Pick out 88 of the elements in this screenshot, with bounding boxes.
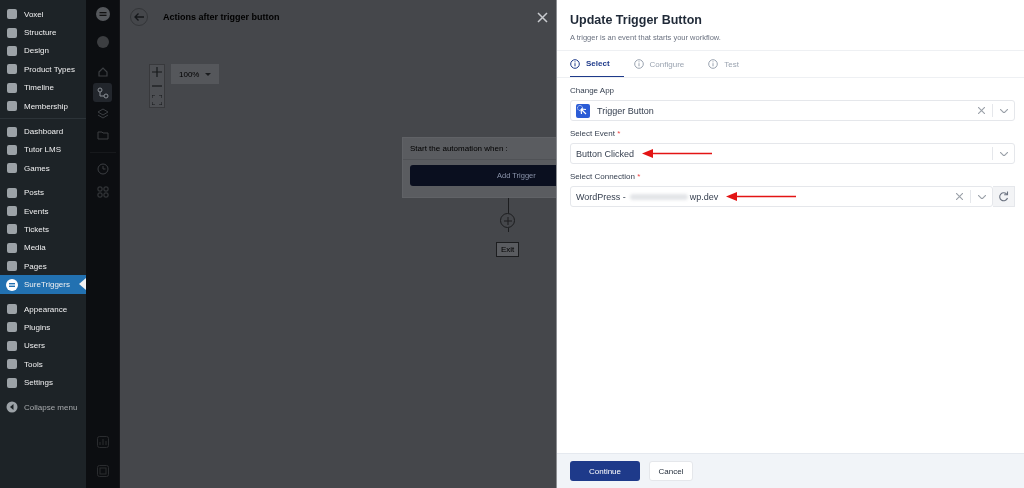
caret-icon <box>205 72 211 76</box>
zoom-button[interactable] <box>150 93 164 107</box>
back-arrow-icon <box>133 12 145 22</box>
info-icon <box>570 58 580 69</box>
connector-line <box>508 198 509 213</box>
sidebar-item[interactable]: Events <box>0 201 86 221</box>
sidebar-item[interactable]: Structure <box>0 23 86 42</box>
square-icon <box>6 303 18 316</box>
app-logo-icon <box>576 103 590 118</box>
connector-line <box>508 228 509 232</box>
pointer-icon <box>79 278 86 291</box>
square-icon <box>6 241 18 254</box>
square-icon <box>6 339 18 352</box>
cancel-button[interactable]: Cancel <box>649 461 693 481</box>
avatar-icon <box>96 36 109 48</box>
workflow-title: Actions after trigger button <box>163 12 280 22</box>
sidebar-item[interactable]: Appearance <box>0 299 86 319</box>
sidebar-item[interactable]: Settings <box>0 373 86 392</box>
sidebar-item[interactable]: Pages <box>0 257 86 276</box>
square-icon <box>6 321 18 334</box>
square-icon <box>6 63 18 76</box>
panel-icon <box>96 465 109 477</box>
rail-button[interactable] <box>93 83 112 102</box>
logo-icon <box>6 278 18 291</box>
fullscreen-icon <box>152 95 162 105</box>
zoom-in-icon <box>152 67 162 77</box>
sidebar-item[interactable]: Posts <box>0 183 86 202</box>
square-icon <box>6 376 18 389</box>
square-icon <box>6 260 18 273</box>
square-icon <box>6 205 18 218</box>
sidebar-item[interactable]: Design <box>0 41 86 61</box>
history-icon <box>96 163 109 175</box>
square-icon <box>6 8 18 21</box>
plus-icon <box>503 216 512 225</box>
chevron-icon <box>1000 108 1008 113</box>
square-icon <box>6 186 18 199</box>
sidebar-item[interactable]: Timeline <box>0 78 86 97</box>
sidebar-item[interactable]: Media <box>0 238 86 258</box>
sidebar-item[interactable]: Users <box>0 336 86 356</box>
square-icon <box>6 26 18 39</box>
zoom-button[interactable] <box>150 65 164 79</box>
step-tab[interactable]: Select <box>570 51 624 77</box>
layers-icon <box>96 107 109 120</box>
refresh-button[interactable] <box>993 186 1015 207</box>
sidebar-item[interactable]: Dashboard <box>0 122 86 141</box>
square-icon <box>6 162 18 175</box>
field-label: Change App <box>570 86 616 95</box>
field-label: Select Connection * <box>570 172 642 181</box>
chevron-icon <box>978 194 986 199</box>
sidebar-item[interactable]: Plugins <box>0 318 86 337</box>
square-icon <box>6 358 18 371</box>
chart-icon <box>96 436 109 448</box>
close-button[interactable] <box>537 11 548 23</box>
sidebar-item[interactable]: SureTriggers <box>0 275 86 294</box>
panel-title: Update Trigger Button <box>570 13 703 27</box>
square-icon <box>6 223 18 236</box>
collapse-icon <box>6 401 18 413</box>
square-icon <box>6 125 18 138</box>
select-field[interactable]: Trigger Button <box>570 100 1015 121</box>
sidebar-item[interactable]: Tickets <box>0 220 86 239</box>
home-icon <box>96 65 109 78</box>
square-icon <box>6 100 18 113</box>
close-icon <box>537 11 548 23</box>
field-label: Select Event * <box>570 129 622 138</box>
sidebar-item[interactable]: Tools <box>0 355 86 374</box>
clear-icon <box>956 193 963 200</box>
square-icon <box>6 44 18 57</box>
sidebar-item[interactable]: Membership <box>0 96 86 116</box>
grid-icon <box>96 186 109 198</box>
collapse-menu-button[interactable]: Collapse menu <box>0 397 86 417</box>
info-icon <box>633 59 644 69</box>
exit-node: Exit <box>496 242 520 257</box>
select-field[interactable]: WordPress - wp.dev <box>570 186 993 207</box>
info-icon <box>708 59 719 69</box>
sidebar-item[interactable]: Tutor LMS <box>0 140 86 160</box>
sidebar-item[interactable]: Voxel <box>0 5 86 24</box>
continue-button[interactable]: Continue <box>570 461 640 481</box>
chevron-icon <box>1000 151 1008 156</box>
sidebar-item[interactable]: Games <box>0 159 86 178</box>
sidebar-item[interactable]: Product Types <box>0 60 86 79</box>
select-field[interactable]: Button Clicked <box>570 143 1015 164</box>
folder-icon <box>96 128 109 141</box>
flow-icon <box>96 86 109 99</box>
square-icon <box>6 81 18 94</box>
refresh-icon <box>998 191 1009 202</box>
clear-icon <box>978 107 985 114</box>
square-icon <box>6 143 18 156</box>
logo-icon <box>95 7 110 21</box>
